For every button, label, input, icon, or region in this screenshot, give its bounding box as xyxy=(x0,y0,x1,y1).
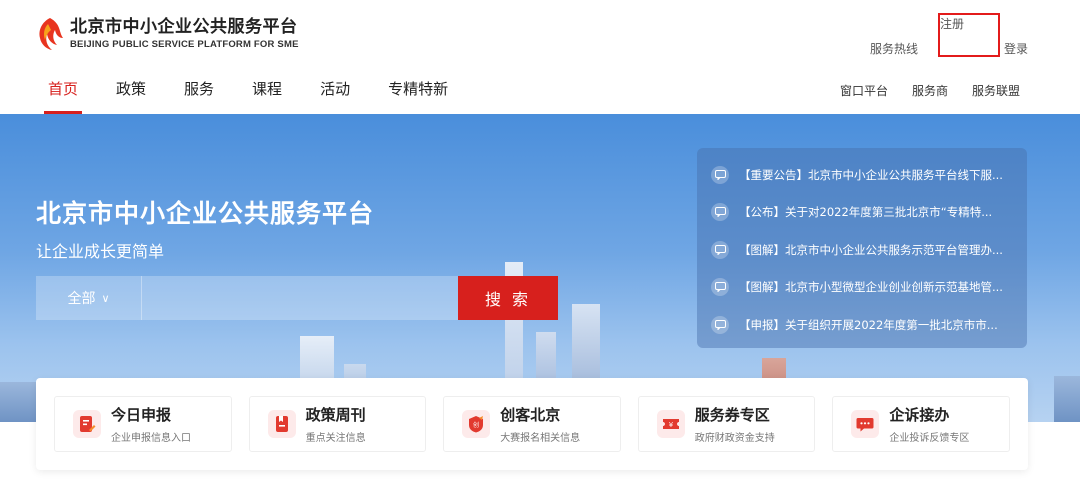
nav-item-home[interactable]: 首页 xyxy=(32,66,94,114)
notice-text: 【重要公告】北京市中小企业公共服务平台线下服... xyxy=(739,167,1003,182)
quick-access-cards: 今日申报 企业申报信息入口 政策周刊 重点关注信息 创 创客北京 大赛报名相关信… xyxy=(36,378,1028,470)
notice-panel: 【重要公告】北京市中小企业公共服务平台线下服... 【公布】关于对2022年度第… xyxy=(697,148,1027,348)
notice-text: 【公布】关于对2022年度第三批北京市“专精特... xyxy=(739,205,993,220)
card-desc: 大赛报名相关信息 xyxy=(500,433,581,444)
search-button[interactable]: 搜 索 xyxy=(458,276,558,320)
message-icon xyxy=(711,240,729,259)
card-maker-beijing[interactable]: 创 创客北京 大赛报名相关信息 xyxy=(443,396,621,452)
message-icon xyxy=(711,165,729,184)
secondary-nav: 窗口平台 服务商 服务联盟 xyxy=(816,82,1020,99)
phoenix-logo-icon xyxy=(39,18,63,50)
notice-text: 【图解】北京市小型微型企业创业创新示范基地管... xyxy=(739,280,1003,295)
search-scope-select[interactable]: 全部 ∨ xyxy=(36,276,142,320)
nav-window-platform[interactable]: 窗口平台 xyxy=(840,82,888,99)
nav-service-alliance[interactable]: 服务联盟 xyxy=(972,82,1020,99)
nav-item-course[interactable]: 课程 xyxy=(236,66,298,114)
register-link[interactable]: 注册 xyxy=(937,13,1000,57)
svg-text:¥: ¥ xyxy=(669,421,674,429)
main-nav: 首页 政策 服务 课程 活动 专精特新 xyxy=(32,66,470,114)
nav-item-service[interactable]: 服务 xyxy=(168,66,230,114)
search-input[interactable] xyxy=(142,276,458,320)
nav-service-provider[interactable]: 服务商 xyxy=(912,82,948,99)
logo-name-en: BEIJING PUBLIC SERVICE PLATFORM FOR SME xyxy=(70,39,299,50)
top-links: 服务热线 注册 登录 xyxy=(870,13,1028,70)
notice-item[interactable]: 【重要公告】北京市中小企业公共服务平台线下服... xyxy=(697,156,1027,194)
notice-item[interactable]: 【图解】北京市中小企业公共服务示范平台管理办... xyxy=(697,231,1027,269)
card-title: 服务券专区 xyxy=(694,406,770,424)
nav-item-policy[interactable]: 政策 xyxy=(100,66,162,114)
nav-item-specialized[interactable]: 专精特新 xyxy=(372,66,464,114)
skyline-building xyxy=(0,382,40,422)
site-logo[interactable]: 北京市中小企业公共服务平台 BEIJING PUBLIC SERVICE PLA… xyxy=(34,16,299,52)
notice-item[interactable]: 【公布】关于对2022年度第三批北京市“专精特... xyxy=(697,194,1027,232)
chat-bubble-icon xyxy=(851,410,880,438)
message-icon xyxy=(711,278,729,297)
card-desc: 政府财政资金支持 xyxy=(694,433,775,444)
skyline-building xyxy=(1054,376,1080,422)
header: 北京市中小企业公共服务平台 BEIJING PUBLIC SERVICE PLA… xyxy=(0,0,1080,114)
register-label: 注册 xyxy=(939,17,964,31)
card-today-declare[interactable]: 今日申报 企业申报信息入口 xyxy=(54,396,232,452)
card-title: 创客北京 xyxy=(500,406,561,424)
notice-item[interactable]: 【申报】关于组织开展2022年度第一批北京市市... xyxy=(697,306,1027,344)
card-desc: 企业投诉反馈专区 xyxy=(889,433,970,444)
nav-item-activity[interactable]: 活动 xyxy=(304,66,366,114)
chevron-down-icon: ∨ xyxy=(101,291,110,305)
card-desc: 企业申报信息入口 xyxy=(111,433,191,444)
card-complaint[interactable]: 企诉接办 企业投诉反馈专区 xyxy=(832,396,1010,452)
card-title: 企诉接办 xyxy=(889,406,950,424)
search-bar: 全部 ∨ 搜 索 xyxy=(36,276,558,320)
message-icon xyxy=(711,203,729,222)
logo-name-cn: 北京市中小企业公共服务平台 xyxy=(70,17,298,37)
bookmark-doc-icon xyxy=(267,410,296,438)
card-desc: 重点关注信息 xyxy=(305,433,366,444)
notice-text: 【申报】关于组织开展2022年度第一批北京市市... xyxy=(739,317,998,332)
svg-text:创: 创 xyxy=(473,421,479,429)
page: 北京市中小企业公共服务平台 BEIJING PUBLIC SERVICE PLA… xyxy=(0,0,1080,486)
card-title: 今日申报 xyxy=(111,406,172,424)
message-icon xyxy=(711,315,729,334)
notice-item[interactable]: 【图解】北京市小型微型企业创业创新示范基地管... xyxy=(697,269,1027,307)
search-scope-label: 全部 xyxy=(67,291,96,307)
card-policy-weekly[interactable]: 政策周刊 重点关注信息 xyxy=(248,396,427,452)
card-title: 政策周刊 xyxy=(305,406,366,424)
login-link[interactable]: 登录 xyxy=(1004,40,1028,57)
card-service-voucher[interactable]: ¥ 服务券专区 政府财政资金支持 xyxy=(637,396,816,452)
hotline-link[interactable]: 服务热线 xyxy=(870,40,918,57)
notice-text: 【图解】北京市中小企业公共服务示范平台管理办... xyxy=(739,242,1003,257)
maker-badge-icon: 创 xyxy=(462,410,491,438)
hero-title: 北京市中小企业公共服务平台 xyxy=(36,199,375,228)
edit-doc-icon xyxy=(73,410,101,438)
yuan-ticket-icon: ¥ xyxy=(656,410,685,438)
hero-banner: 北京市中小企业公共服务平台 让企业成长更简单 全部 ∨ 搜 索 【重要公告】北京… xyxy=(0,114,1080,422)
hero-subtitle: 让企业成长更简单 xyxy=(36,242,165,261)
